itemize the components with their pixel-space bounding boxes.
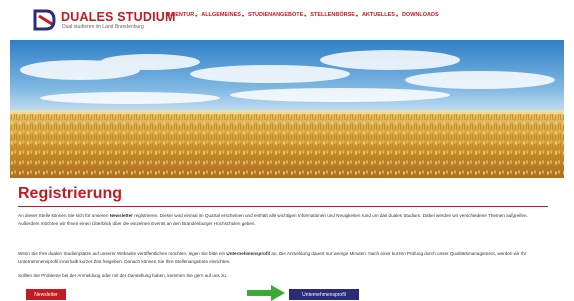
nav-item-label: AGENTUR <box>167 12 195 18</box>
page-title: Registrierung <box>18 185 123 202</box>
nav-item-label: DOWNLOADS <box>401 12 439 18</box>
logo-subtitle: Dual studieren im Land Brandenburg <box>62 24 144 30</box>
chevron-down-icon: ▾ <box>355 12 358 18</box>
newsletter-paragraph: An dieser Stelle können Sie sich für uns… <box>18 212 548 228</box>
company-paragraph-text-1: Wenn Sie Ihre dualen Studienplätze auf u… <box>18 251 227 256</box>
chevron-down-icon: ▾ <box>395 12 398 18</box>
title-divider <box>18 206 548 207</box>
logo-mark-icon <box>33 9 58 31</box>
nav-item-label: STELLENBÖRSE <box>310 12 355 18</box>
support-paragraph: Sollten Sie Probleme bei der Anmeldung o… <box>18 273 228 278</box>
arrow-right-icon <box>247 285 285 301</box>
chevron-down-icon: ▾ <box>304 12 307 18</box>
nav-item-label: ALLGEMEINES <box>201 12 241 18</box>
nav-item-allgemeines[interactable]: ALLGEMEINES ▾ <box>201 12 244 18</box>
company-profile-paragraph: Wenn Sie Ihre dualen Studienplätze auf u… <box>18 250 548 266</box>
main-content: Registrierung An dieser Stelle können Si… <box>18 184 548 278</box>
company-profile-button[interactable]: Unternehmensprofil <box>289 289 359 300</box>
nav-item-studienangebote[interactable]: STUDIENANGEBOTE ▾ <box>248 12 306 18</box>
hero-illustration <box>10 40 564 178</box>
nav-item-downloads[interactable]: DOWNLOADS <box>402 12 439 18</box>
nav-item-label: AKTUELLES <box>361 12 395 18</box>
nav-item-aktuelles[interactable]: AKTUELLES ▾ <box>362 12 398 18</box>
hero-image-wheat-field <box>10 40 564 178</box>
site-header: DUALES STUDIUM Dual studieren im Land Br… <box>0 0 574 38</box>
site-logo[interactable]: DUALES STUDIUM Dual studieren im Land Br… <box>33 9 175 33</box>
chevron-down-icon: ▾ <box>241 12 244 18</box>
newsletter-button[interactable]: Newsletter <box>26 289 66 300</box>
company-profile-keyword: Unternehmensprofil <box>226 251 271 256</box>
main-nav: AGENTUR ▾ ALLGEMEINES ▾ STUDIENANGEBOTE ▾ S… <box>167 12 439 18</box>
nav-item-label: STUDIENANGEBOTE <box>247 12 304 18</box>
nav-item-agentur[interactable]: AGENTUR ▾ <box>167 12 197 18</box>
newsletter-paragraph-text-1: An dieser Stelle können Sie sich für uns… <box>18 213 110 218</box>
nav-item-stellenboerse[interactable]: STELLENBÖRSE ▾ <box>310 12 358 18</box>
newsletter-keyword: Newsletter <box>109 213 133 218</box>
chevron-down-icon: ▾ <box>195 12 198 18</box>
logo-title: DUALES STUDIUM <box>61 10 176 24</box>
